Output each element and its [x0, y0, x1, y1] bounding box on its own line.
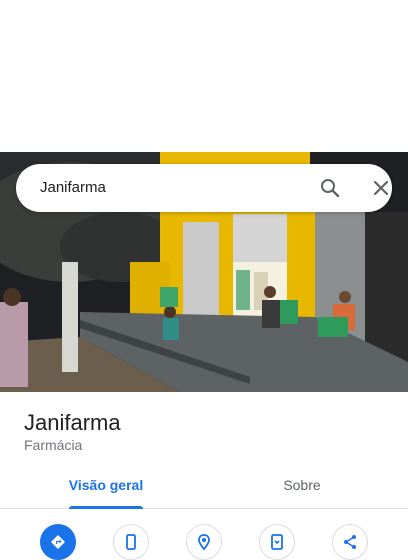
- directions-icon: [51, 535, 65, 549]
- search-icon[interactable]: [318, 176, 342, 200]
- share-button[interactable]: [332, 524, 368, 560]
- tab-overview[interactable]: Visão geral: [52, 466, 160, 509]
- close-icon[interactable]: [369, 176, 393, 200]
- tab-about-label: Sobre: [283, 477, 321, 493]
- save-to-phone-button[interactable]: [259, 524, 295, 560]
- phone-icon: [126, 534, 136, 550]
- call-button[interactable]: [113, 524, 149, 560]
- tab-active-indicator: [69, 506, 143, 509]
- tab-about[interactable]: Sobre: [248, 466, 356, 508]
- action-row: [0, 520, 408, 560]
- tab-overview-label: Visão geral: [68, 477, 144, 493]
- location-pin-icon: [198, 534, 210, 551]
- location-button[interactable]: [186, 524, 222, 560]
- save-to-phone-icon: [271, 534, 283, 550]
- place-category: Farmácia: [24, 437, 83, 453]
- search-input[interactable]: Janifarma: [40, 164, 106, 212]
- search-bar[interactable]: Janifarma: [16, 164, 392, 212]
- share-icon: [344, 535, 356, 549]
- directions-button[interactable]: [40, 524, 76, 560]
- tab-bar: Visão geral Sobre: [0, 466, 408, 509]
- place-title: Janifarma: [24, 410, 121, 435]
